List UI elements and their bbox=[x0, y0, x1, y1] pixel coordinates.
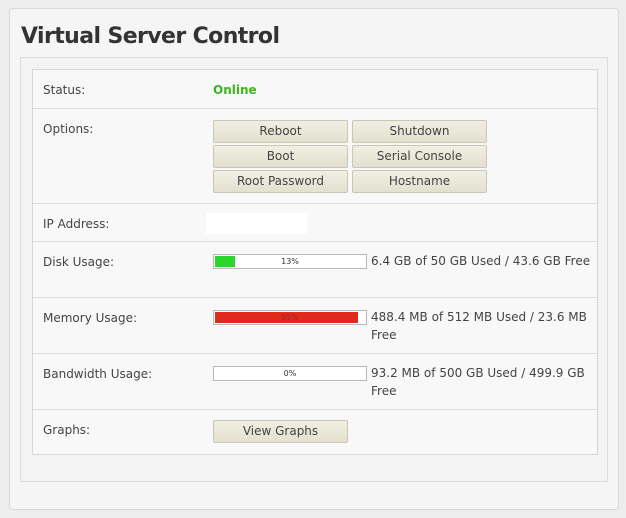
root-password-button[interactable]: Root Password bbox=[213, 170, 348, 193]
memory-usage-row: Memory Usage: 95% 488.4 MB of 512 MB Use… bbox=[33, 298, 597, 354]
bandwidth-usage-text: 93.2 MB of 500 GB Used / 499.9 GB Free bbox=[371, 366, 585, 398]
disk-usage-bar: 13% bbox=[213, 254, 367, 269]
options-label: Options: bbox=[43, 122, 94, 136]
ip-address-row: IP Address: bbox=[33, 204, 597, 242]
reboot-button[interactable]: Reboot bbox=[213, 120, 348, 143]
serial-console-button[interactable]: Serial Console bbox=[352, 145, 487, 168]
bandwidth-usage-percent: 0% bbox=[283, 369, 297, 378]
control-table: Status: Online Options: Reboot Shutdown … bbox=[32, 69, 598, 455]
bandwidth-usage-label: Bandwidth Usage: bbox=[43, 367, 153, 381]
graphs-label: Graphs: bbox=[43, 423, 91, 437]
boot-button[interactable]: Boot bbox=[213, 145, 348, 168]
status-label: Status: bbox=[43, 83, 86, 97]
memory-usage-percent: 95% bbox=[281, 313, 299, 322]
memory-usage-bar: 95% bbox=[213, 310, 367, 325]
disk-usage-row: Disk Usage: 13% 6.4 GB of 50 GB Used / 4… bbox=[33, 242, 597, 298]
disk-usage-percent: 13% bbox=[281, 257, 299, 266]
graphs-row: Graphs: View Graphs bbox=[33, 410, 597, 454]
hostname-button[interactable]: Hostname bbox=[352, 170, 487, 193]
status-row: Status: Online bbox=[33, 70, 597, 109]
view-graphs-button[interactable]: View Graphs bbox=[213, 420, 348, 443]
ip-address-value bbox=[206, 213, 307, 234]
bandwidth-usage-row: Bandwidth Usage: 0% 93.2 MB of 500 GB Us… bbox=[33, 354, 597, 410]
disk-usage-text: 6.4 GB of 50 GB Used / 43.6 GB Free bbox=[371, 254, 591, 268]
memory-usage-text: 488.4 MB of 512 MB Used / 23.6 MB Free bbox=[371, 310, 587, 342]
control-box: Status: Online Options: Reboot Shutdown … bbox=[20, 57, 608, 482]
page-title: Virtual Server Control bbox=[21, 24, 280, 49]
options-row: Options: Reboot Shutdown Boot Serial Con… bbox=[33, 109, 597, 204]
memory-usage-label: Memory Usage: bbox=[43, 311, 138, 325]
bandwidth-usage-bar: 0% bbox=[213, 366, 367, 381]
ip-address-label: IP Address: bbox=[43, 217, 110, 231]
disk-usage-label: Disk Usage: bbox=[43, 255, 115, 269]
server-control-panel: Virtual Server Control Status: Online Op… bbox=[9, 8, 619, 510]
shutdown-button[interactable]: Shutdown bbox=[352, 120, 487, 143]
status-value: Online bbox=[213, 83, 257, 97]
